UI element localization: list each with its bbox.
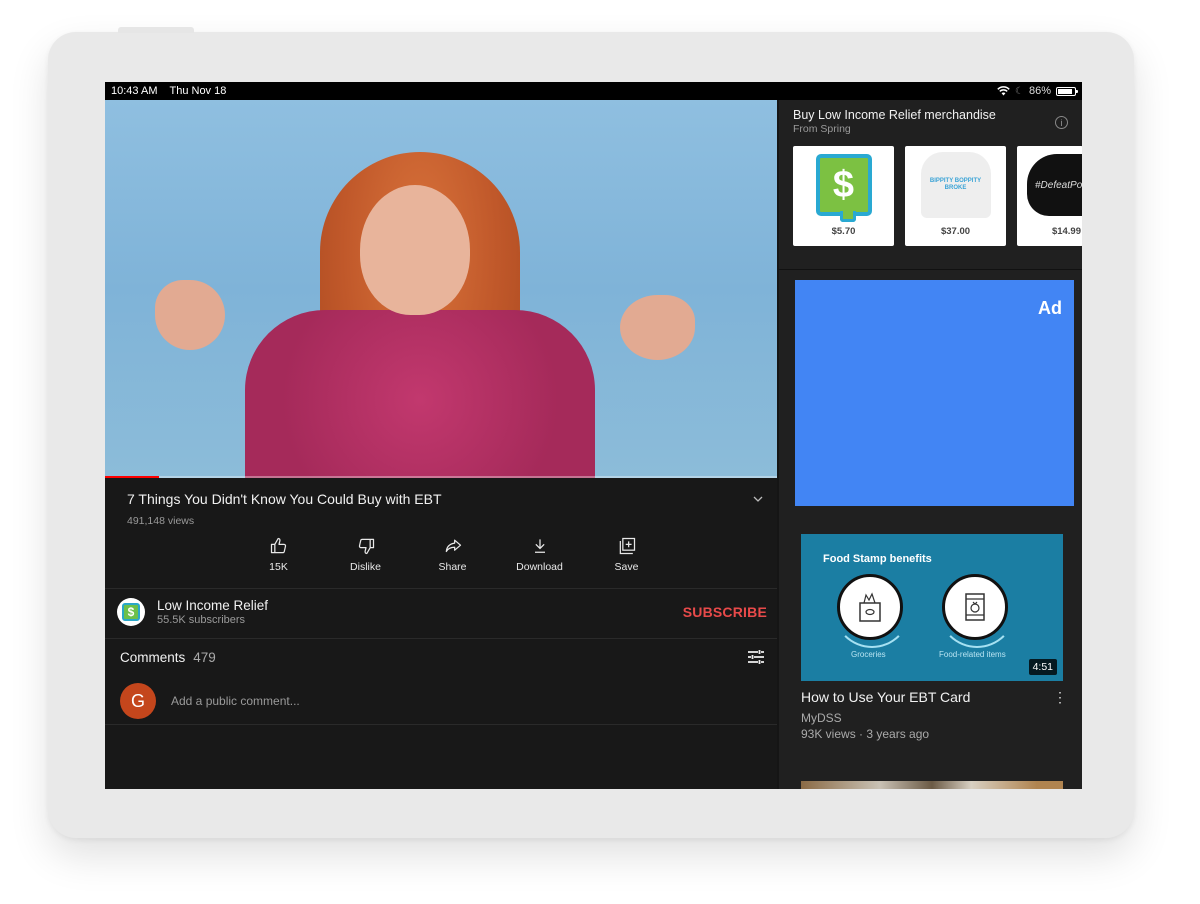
merch-title: Buy Low Income Relief merchandise [793,108,996,122]
hoodie-print: BIPPITY BOPPITY BROKE [929,178,982,191]
merch-item[interactable]: #DefeatPo $14.99 [1017,146,1082,246]
comments-count: 479 [193,649,216,665]
like-count: 15K [269,561,288,573]
merch-item[interactable]: BIPPITY BOPPITY BROKE $37.00 [905,146,1006,246]
recommended-title-row: How to Use Your EBT Card ⋮ [801,689,1067,706]
video-thumbnail[interactable]: Food Stamp benefits Groceries Food-relat… [801,534,1063,681]
hoodie-image: BIPPITY BOPPITY BROKE [920,152,991,218]
chevron-down-icon[interactable] [751,492,765,506]
share-icon [445,539,461,553]
merch-price: $14.99 [1051,226,1081,237]
comments-label: Comments [120,649,186,665]
merch-item[interactable]: $ $5.70 [793,146,894,246]
save-button[interactable]: Save [583,536,670,573]
sidebar: Buy Low Income Relief merchandise From S… [777,100,1082,789]
food-item-icon [938,574,1016,648]
merch-price: $5.70 [831,226,856,237]
video-duration: 4:51 [1028,659,1057,675]
save-label: Save [614,561,639,573]
like-button[interactable]: 15K [235,536,322,573]
do-not-disturb-moon-icon: ☾ [1015,85,1024,97]
sort-filter-icon[interactable] [747,648,765,666]
video-title: 7 Things You Didn't Know You Could Buy w… [127,491,442,507]
groceries-icon [833,574,911,648]
ad-banner[interactable]: Ad [795,280,1074,506]
channel-avatar[interactable]: $ [117,598,145,626]
save-playlist-icon [619,537,635,555]
merch-image: #DefeatPo [1017,146,1082,224]
recommended-video[interactable]: Food Stamp benefits Groceries Food-relat… [801,534,1067,741]
dislike-button[interactable]: Dislike [322,536,409,573]
divider [105,588,777,589]
action-bar: 15K Dislike Share Download Save [235,536,670,573]
thumbnail-title: Food Stamp benefits [823,553,932,565]
comment-input[interactable] [171,694,765,708]
status-bar: 10:43 AM Thu Nov 18 ☾ 86% [105,82,1082,100]
comments-header[interactable]: Comments 479 [120,648,765,666]
merch-source: From Spring [793,123,851,135]
status-time: 10:43 AM [111,85,158,97]
share-button[interactable]: Share [409,536,496,573]
screen: 10:43 AM Thu Nov 18 ☾ 86% 7 Things You D… [105,82,1082,789]
divider [105,724,777,725]
divider [105,638,777,639]
add-comment-row: G [120,683,765,719]
thumbnail-caption: Food-related items [939,650,1006,659]
download-label: Download [516,561,563,573]
subscriber-count: 55.5K subscribers [157,614,246,626]
next-video-thumbnail[interactable] [801,781,1063,789]
ad-label: Ad [1038,298,1062,318]
recommended-title[interactable]: How to Use Your EBT Card [801,689,970,706]
more-options-icon[interactable]: ⋮ [1053,689,1067,706]
dislike-label: Dislike [350,561,381,573]
channel-name: Low Income Relief [157,598,269,613]
dollar-logo-icon: $ [122,603,140,621]
thumbs-down-icon [358,538,374,555]
share-label: Share [438,561,467,573]
battery-icon [1056,86,1078,96]
video-frame-body [245,310,595,478]
info-icon[interactable]: i [1055,116,1068,129]
thumbs-up-icon [270,537,286,554]
view-count: 491,148 views [127,515,195,527]
download-button[interactable]: Download [496,536,583,573]
video-frame-left-hand [155,280,225,350]
channel-info[interactable]: Low Income Relief 55.5K subscribers [157,598,268,626]
video-frame-face [360,185,470,315]
recommended-meta: 93K views · 3 years ago [801,727,930,741]
merch-shelf: $ $5.70 BIPPITY BOPPITY BROKE $37.00 #De… [793,146,1082,246]
video-player[interactable] [105,100,777,478]
video-info-panel: 7 Things You Didn't Know You Could Buy w… [105,478,777,789]
recommended-channel[interactable]: MyDSS [801,711,1063,725]
video-frame-right-hand [620,295,695,360]
download-icon [534,539,545,553]
status-date: Thu Nov 18 [169,85,227,97]
merch-image: $ [793,146,894,224]
user-avatar[interactable]: G [120,683,156,719]
title-row[interactable]: 7 Things You Didn't Know You Could Buy w… [127,491,765,507]
face-mask-image: #DefeatPo [1027,154,1082,216]
dollar-sticker-icon: $ [815,154,872,222]
merch-image: BIPPITY BOPPITY BROKE [905,146,1006,224]
wifi-icon [997,86,1010,96]
merch-price: $37.00 [940,226,971,237]
battery-percent: 86% [1028,85,1051,97]
tablet-power-button [118,27,194,33]
merch-header: Buy Low Income Relief merchandise From S… [793,108,1068,135]
battery-fill [1058,88,1072,94]
subscribe-button[interactable]: SUBSCRIBE [683,604,767,620]
status-indicators: ☾ 86% [997,85,1078,97]
channel-row: $ Low Income Relief 55.5K subscribers SU… [117,592,767,632]
thumbnail-caption: Groceries [851,650,886,659]
divider [779,269,1082,270]
